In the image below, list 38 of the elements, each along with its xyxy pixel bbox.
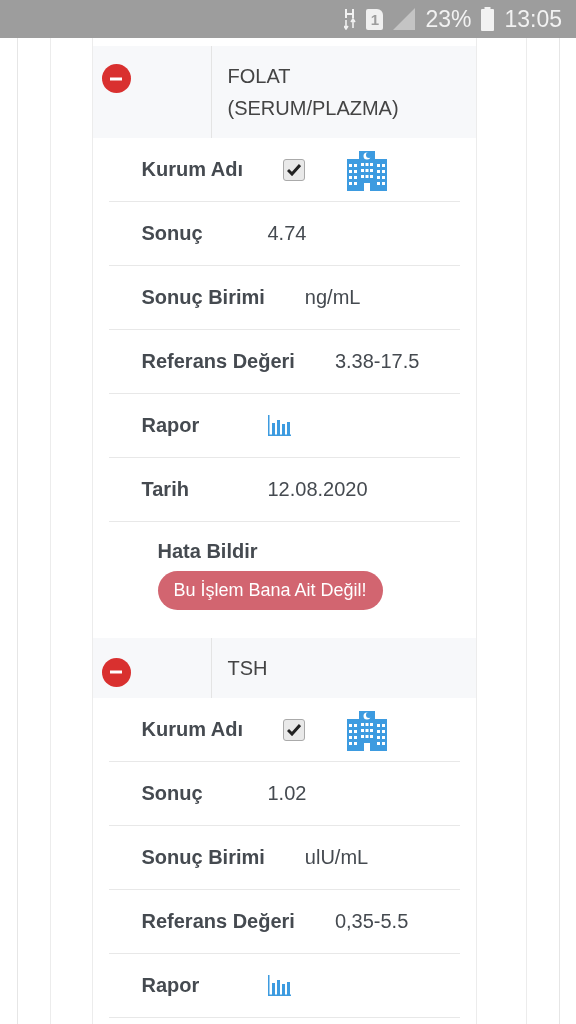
battery-icon (481, 7, 495, 31)
test-name: FOLAT (SERUM/PLAZMA) (226, 64, 400, 121)
field-label: Sonuç Birimi (141, 286, 265, 309)
field-label: Kurum Adı (141, 158, 243, 181)
clock: 13:05 (504, 5, 562, 33)
field-value: 12.08.2020 (267, 478, 368, 501)
field-value: 0,35-5.5 (334, 910, 409, 933)
field-label: Rapor (141, 974, 201, 997)
checkmark-icon (287, 163, 301, 176)
field-value: 3.38-17.5 (334, 350, 420, 373)
checkmark-icon (287, 723, 301, 736)
data-arrows-icon (344, 8, 357, 30)
hospital-icon (345, 148, 389, 191)
collapse-button[interactable] (101, 657, 131, 687)
field-label: Sonuç Birimi (141, 846, 265, 869)
checkbox[interactable] (283, 158, 305, 181)
sim-card-icon: 1 (366, 8, 384, 30)
signal-icon (393, 8, 416, 30)
test-name: TSH (226, 656, 269, 681)
report-error-button[interactable]: Bu İşlem Bana Ait Değil! (157, 571, 383, 610)
field-label: Referans Değeri (141, 910, 295, 933)
field-label: Rapor (141, 414, 201, 437)
hospital-icon (345, 708, 389, 751)
field-label: Sonuç (141, 782, 204, 805)
battery-percent: 23% (425, 5, 472, 33)
field-value: 4.74 (267, 222, 307, 245)
checkbox[interactable] (283, 718, 305, 741)
field-label: Referans Değeri (141, 350, 295, 373)
field-label: Kurum Adı (141, 718, 243, 741)
field-label: Tarih (141, 478, 190, 501)
bar-chart-icon[interactable] (267, 415, 291, 436)
bar-chart-icon[interactable] (267, 975, 291, 996)
field-label: Hata Bildir (157, 540, 258, 563)
field-value: 1.02 (267, 782, 307, 805)
field-value: ng/mL (304, 286, 361, 309)
collapse-button[interactable] (101, 64, 131, 93)
field-label: Sonuç (141, 222, 204, 245)
field-value: ulU/mL (304, 846, 369, 869)
